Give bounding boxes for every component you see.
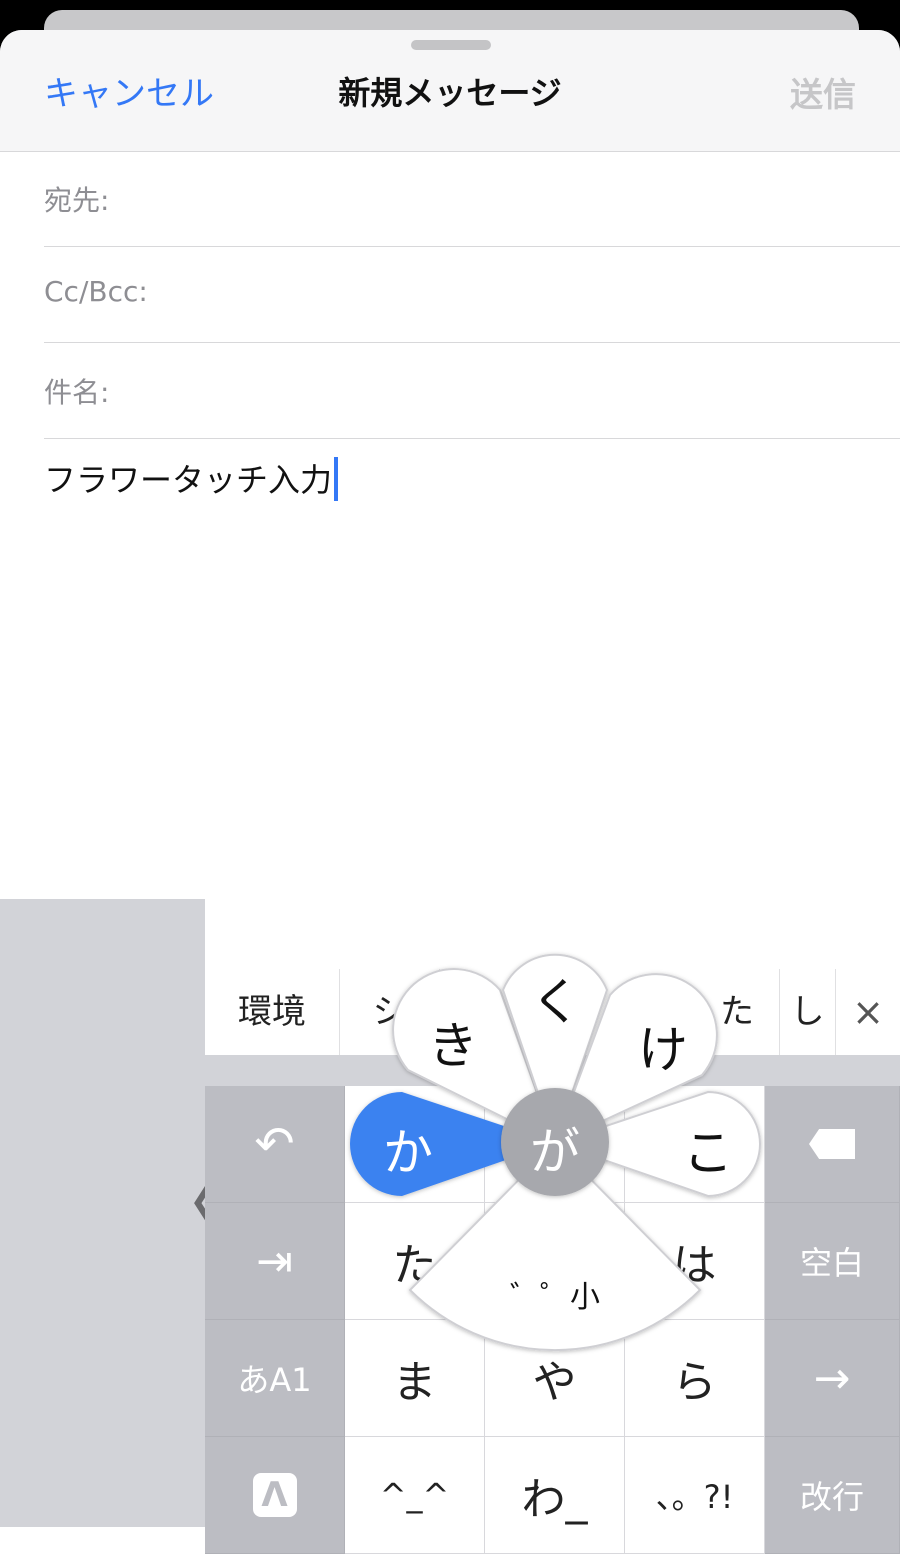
backspace-key[interactable] — [765, 1086, 900, 1203]
input-mode-key[interactable]: あA1 — [205, 1320, 345, 1437]
key-ha[interactable]: は — [625, 1203, 765, 1320]
key-punctuation[interactable]: 、。?! — [625, 1437, 765, 1554]
petal-ku-label: く — [531, 973, 581, 1031]
keyboard: 〈 環境 シ た し × ↶ ⇥ あA1 Λ か た は ま や ら ^_^ わ… — [0, 899, 900, 1554]
send-button[interactable]: 送信 — [790, 68, 856, 116]
text-caret — [334, 457, 339, 501]
ccbcc-label: Cc/Bcc: — [44, 275, 148, 308]
ccbcc-field[interactable]: Cc/Bcc: — [44, 247, 900, 343]
key-ma[interactable]: ま — [345, 1320, 485, 1437]
to-label: 宛先: — [44, 184, 110, 217]
key-ya[interactable]: や — [485, 1320, 625, 1437]
petal-ka-label: か — [383, 1124, 433, 1182]
petal-center-label: が — [530, 1123, 580, 1181]
key-ra[interactable]: ら — [625, 1320, 765, 1437]
keyboard-app-key[interactable]: Λ — [205, 1437, 345, 1554]
message-body-text: フラワータッチ入力 — [44, 461, 333, 499]
to-field[interactable]: 宛先: — [44, 151, 900, 247]
message-body[interactable]: フラワータッチ入力 — [44, 455, 339, 501]
key-ta[interactable]: た — [345, 1203, 485, 1320]
arrow-right-key[interactable]: → — [765, 1320, 900, 1437]
page-title: 新規メッセージ — [338, 74, 562, 112]
move-cursor-key[interactable]: ⇥ — [205, 1203, 345, 1320]
subject-label: 件名: — [44, 376, 110, 409]
close-candidates-icon[interactable]: × — [836, 969, 900, 1055]
keyboard-side-panel: 〈 — [0, 899, 232, 1527]
petal-modifier-label: ゛゜小 — [510, 1280, 600, 1315]
petal-ke-label: け — [638, 1021, 688, 1079]
petal-ko-label: こ — [683, 1124, 733, 1182]
nav-bar: キャンセル 新規メッセージ 送信 — [0, 30, 900, 152]
undo-key[interactable]: ↶ — [205, 1086, 345, 1203]
candidate-item[interactable]: 環境 — [205, 969, 340, 1055]
sheet-grabber[interactable] — [411, 40, 491, 50]
space-key[interactable]: 空白 — [765, 1203, 900, 1320]
candidate-item[interactable]: し — [780, 969, 836, 1055]
key-wa[interactable]: わ_ — [485, 1437, 625, 1554]
app-logo-icon: Λ — [252, 1473, 297, 1517]
petal-ki-label: き — [428, 1017, 478, 1075]
key-emoticon[interactable]: ^_^ — [345, 1437, 485, 1554]
keyboard-top-strip — [205, 899, 900, 970]
backspace-icon — [809, 1129, 855, 1159]
subject-field[interactable]: 件名: — [44, 343, 900, 439]
return-key[interactable]: 改行 — [765, 1437, 900, 1554]
